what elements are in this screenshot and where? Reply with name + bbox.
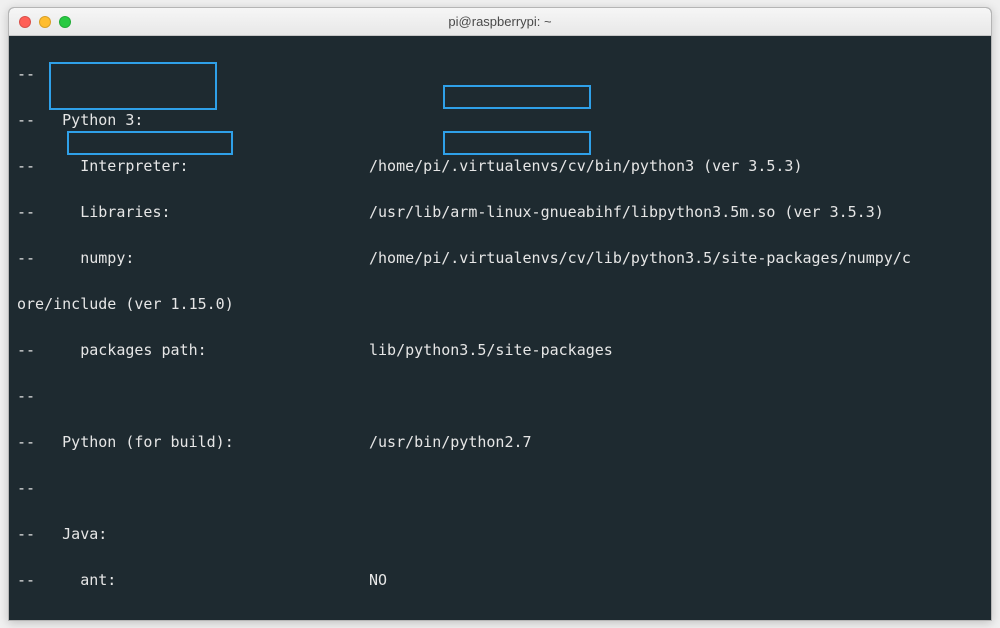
libraries-value: /usr/lib/arm-linux-gnueabihf/libpython3.… [369,203,884,221]
ant-label: ant: [80,571,116,589]
numpy-wrap: ore/include (ver 1.15.0) [17,295,234,313]
window-title: pi@raspberrypi: ~ [448,14,551,29]
jni-label: JNI: [80,617,116,620]
java-header: Java: [62,525,107,543]
close-icon[interactable] [19,16,31,28]
window-titlebar: pi@raspberrypi: ~ [9,8,991,36]
libraries-label: Libraries: [80,203,170,221]
numpy-label: numpy: [80,249,134,267]
highlight-box-venv2 [443,131,591,155]
packages-path-label: packages path: [80,341,206,359]
interpreter-value: /home/pi/.virtualenvs/cv/bin/python3 (ve… [369,157,802,175]
terminal-window: pi@raspberrypi: ~ -- -- Python 3: -- Int… [8,7,992,621]
minimize-icon[interactable] [39,16,51,28]
jni-value: NO [369,617,387,620]
packages-path-value: lib/python3.5/site-packages [369,341,613,359]
traffic-lights [9,16,71,28]
zoom-icon[interactable] [59,16,71,28]
numpy-value: /home/pi/.virtualenvs/cv/lib/python3.5/s… [369,249,911,267]
python-build-value: /usr/bin/python2.7 [369,433,532,451]
highlight-box-venv1 [443,85,591,109]
python3-header: Python 3: [62,111,143,129]
python-build-label: Python (for build): [62,433,234,451]
interpreter-label: Interpreter: [80,157,188,175]
terminal-output[interactable]: -- -- Python 3: -- Interpreter:/home/pi/… [9,36,991,620]
highlight-box-numpy [67,131,233,155]
ant-value: NO [369,571,387,589]
